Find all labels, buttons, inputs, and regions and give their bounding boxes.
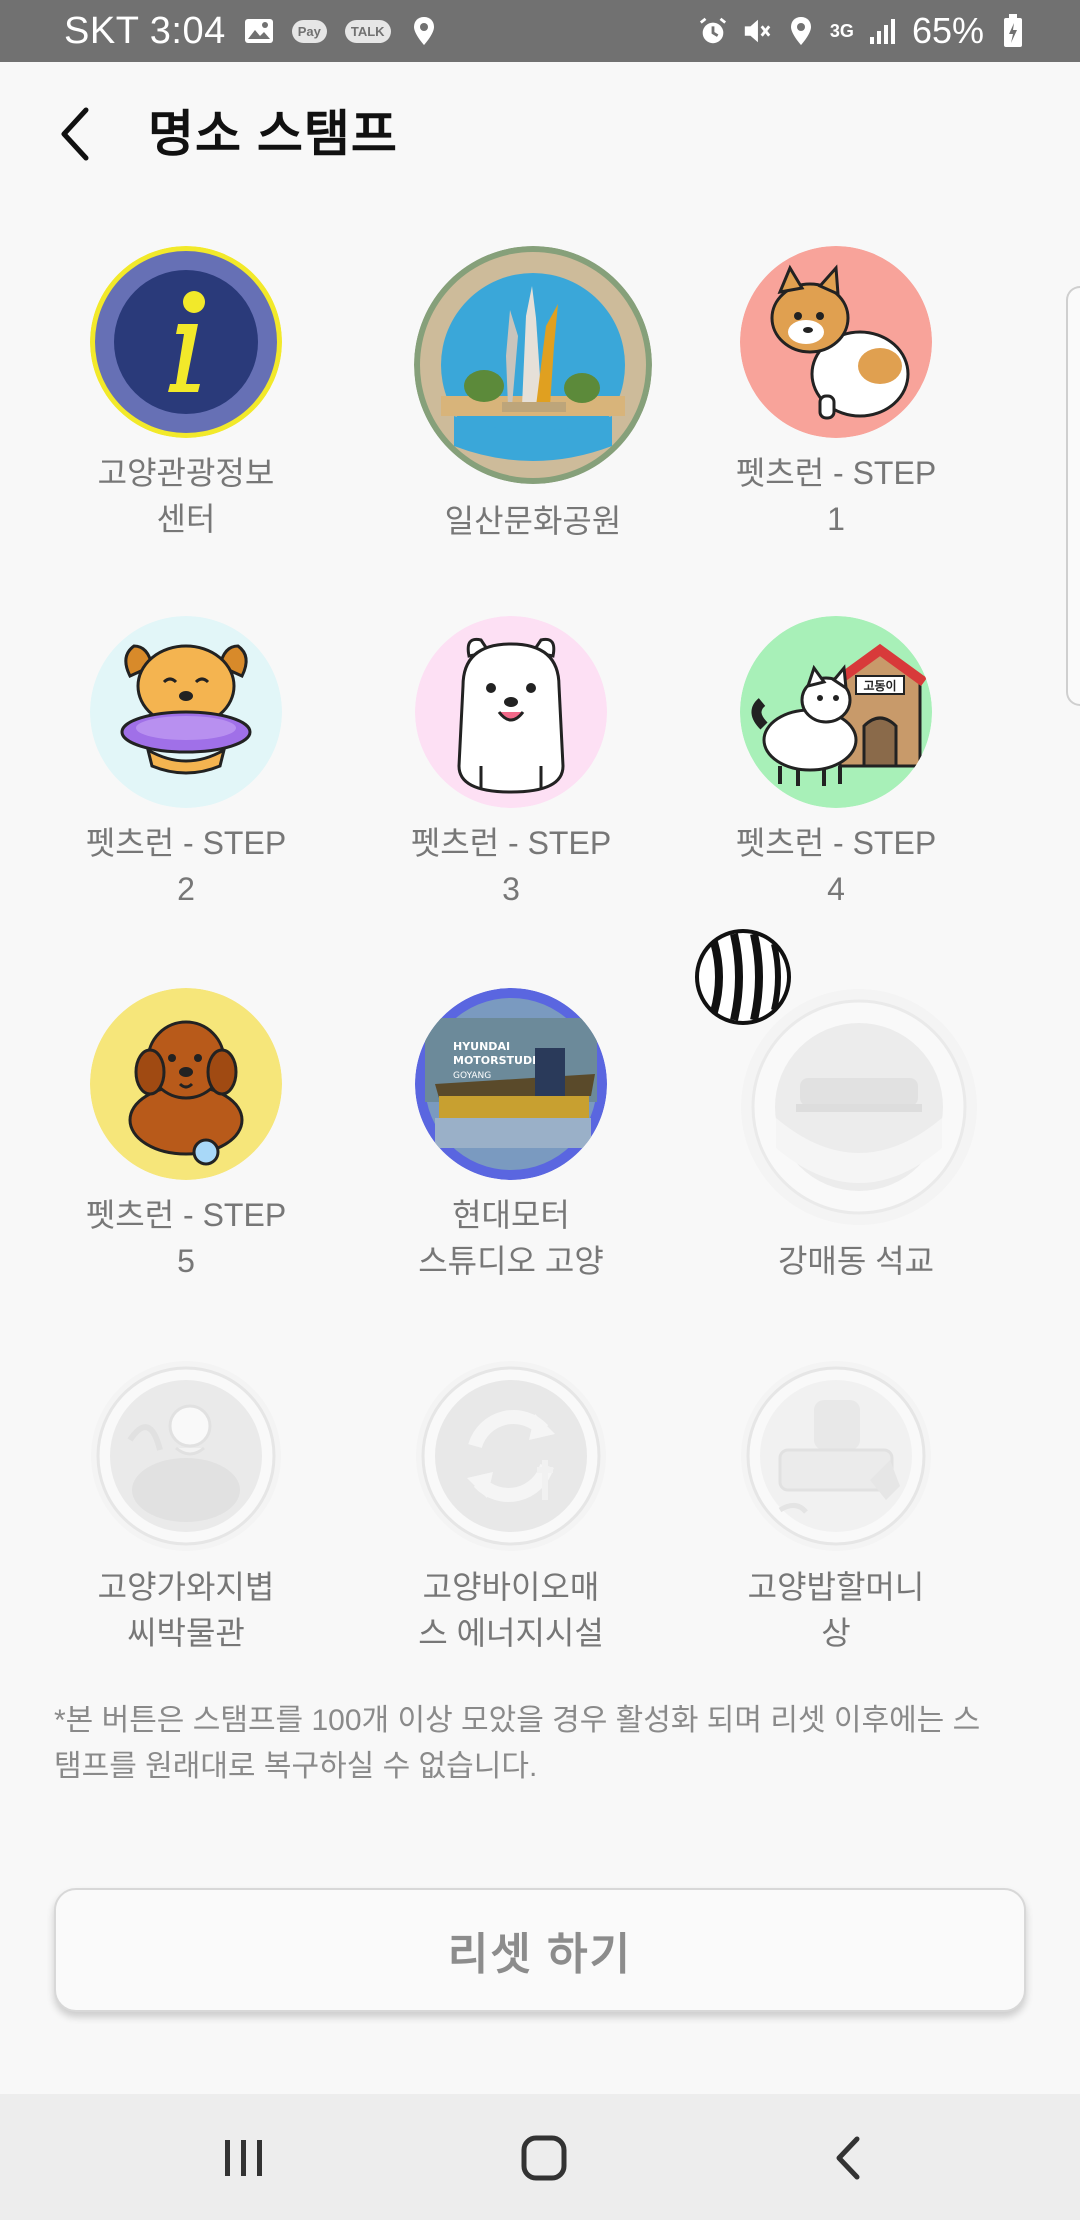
- stamp-label: 펫츠런 - STEP 4: [735, 825, 937, 907]
- talk-icon: TALK: [344, 19, 391, 43]
- stamp-label: 현대모터 스튜디오 고양: [418, 1197, 604, 1279]
- stamp-bap-halmeoni-statue[interactable]: 고양밥할머니 상: [686, 1360, 986, 1660]
- recent-apps-icon: [225, 2140, 262, 2176]
- stamp-label: 펫츠런 - STEP 3: [410, 825, 612, 907]
- scroll-indicator[interactable]: [1066, 286, 1080, 706]
- stamp-goyang-tourist-info[interactable]: 고양관광정보 센터: [36, 246, 336, 546]
- pay-icon: Pay: [291, 19, 327, 43]
- stamp-label: 펫츠런 - STEP 1: [735, 455, 937, 537]
- app-header: 명소 스탬프: [0, 62, 1080, 212]
- nav-back-button[interactable]: [808, 2118, 888, 2198]
- signal-icon: [868, 16, 898, 46]
- jindo-dog-house-icon: 고동이: [740, 616, 932, 808]
- rice-museum-icon: [90, 1360, 282, 1552]
- alarm-icon: [698, 16, 728, 46]
- reset-notice: *본 버튼은 스탬프를 100개 이상 모았을 경우 활성화 되며 리셋 이후에…: [54, 1704, 981, 1783]
- stamp-ilsan-culture-park[interactable]: 일산문화공원: [362, 246, 662, 546]
- motorstudio-line2: MOTORSTUDIO: [453, 1054, 546, 1067]
- carrier-time: SKT 3:04: [64, 9, 226, 52]
- status-right: 3G 65%: [698, 8, 1028, 54]
- reset-button[interactable]: 리셋 하기: [54, 1888, 1026, 2012]
- golden-dog-frisbee-icon: [90, 616, 282, 808]
- stamp-label: 강매동 석교: [777, 1243, 935, 1279]
- chevron-left-icon: [61, 107, 89, 161]
- stamp-gawaji-rice-museum[interactable]: 고양가와지볍 씨박물관: [36, 1360, 336, 1660]
- stamp-petsrun-step2[interactable]: 펫츠런 - STEP 2: [36, 616, 336, 916]
- stamp-petsrun-step3[interactable]: 펫츠런 - STEP 3: [361, 616, 661, 916]
- stamp-label: 일산문화공원: [444, 503, 622, 539]
- shiba-dog-icon: [740, 246, 932, 438]
- poodle-dog-icon: [90, 988, 282, 1180]
- stamp-label: 고양밥할머니 상: [747, 1569, 925, 1651]
- doghouse-sign: 고동이: [863, 678, 896, 693]
- status-left: SKT 3:04 Pay TALK: [64, 8, 439, 54]
- motorstudio-icon: HYUNDAI MOTORSTUDIO GOYANG: [415, 988, 607, 1180]
- recycle-energy-icon: [415, 1360, 607, 1552]
- recent-apps-button[interactable]: [204, 2118, 284, 2198]
- monument-icon: [414, 246, 652, 484]
- home-icon: [521, 2135, 567, 2181]
- stamp-label: 고양가와지볍 씨박물관: [97, 1569, 275, 1651]
- back-button[interactable]: [44, 102, 108, 166]
- stamp-petsrun-step4[interactable]: 고동이 펫츠런 - STEP 4: [686, 616, 986, 916]
- nav-back-icon: [836, 2136, 860, 2180]
- white-dog-icon: [415, 616, 607, 808]
- info-icon: [90, 246, 282, 438]
- stamp-gangmaedong-stone-bridge[interactable]: 강매동 석교: [706, 988, 1006, 1288]
- status-bar: SKT 3:04 Pay TALK 3G 65%: [0, 0, 1080, 62]
- mute-icon: [742, 16, 772, 46]
- location-icon: [409, 16, 439, 46]
- system-nav-bar: [0, 2094, 1080, 2220]
- battery-percent: 65%: [911, 10, 984, 51]
- motorstudio-line1: HYUNDAI: [453, 1040, 510, 1053]
- stamp-label: 펫츠런 - STEP 5: [85, 1197, 287, 1279]
- battery-icon: [998, 14, 1028, 47]
- gps-icon: [786, 16, 816, 46]
- stamp-label: 펫츠런 - STEP 2: [85, 825, 287, 907]
- drag-cursor-icon[interactable]: [694, 928, 792, 1026]
- stamp-petsrun-step1[interactable]: 펫츠런 - STEP 1: [686, 246, 986, 546]
- stamp-hyundai-motorstudio[interactable]: HYUNDAI MOTORSTUDIO GOYANG 현대모터 스튜디오 고양: [361, 988, 661, 1288]
- page-title: 명소 스탬프: [148, 106, 398, 162]
- stamp-petsrun-step5[interactable]: 펫츠런 - STEP 5: [36, 988, 336, 1288]
- motorstudio-line3: GOYANG: [453, 1071, 491, 1081]
- grandmother-statue-icon: [740, 1360, 932, 1552]
- stamp-label: 고양바이오매 스 에너지시설: [418, 1569, 604, 1651]
- stamp-biomass-energy[interactable]: 고양바이오매 스 에너지시설: [361, 1360, 661, 1660]
- home-button[interactable]: [504, 2118, 584, 2198]
- network-type: 3G: [829, 21, 854, 41]
- stamp-label: 고양관광정보 센터: [97, 455, 275, 537]
- gallery-icon: [244, 16, 274, 46]
